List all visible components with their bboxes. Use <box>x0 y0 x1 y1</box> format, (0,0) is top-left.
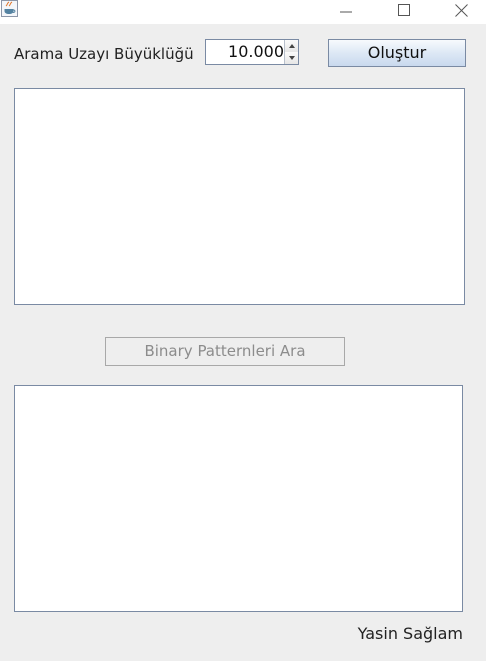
pattern-results-area[interactable] <box>14 385 463 612</box>
close-icon <box>454 3 468 17</box>
search-space-size-label: Arama Uzayı Büyüklüğü <box>14 45 194 63</box>
arrow-up-icon <box>288 44 295 48</box>
search-space-size-spinner[interactable]: 10.000 <box>205 39 299 65</box>
author-label: Yasin Sağlam <box>357 624 463 643</box>
spinner-down-button[interactable] <box>285 52 298 64</box>
minimize-icon <box>340 11 352 13</box>
create-button[interactable]: Oluştur <box>328 39 466 67</box>
spinner-arrows <box>284 40 298 64</box>
title-bar <box>0 0 486 24</box>
close-button[interactable] <box>446 0 476 20</box>
java-cup-icon[interactable] <box>1 0 18 17</box>
arrow-down-icon <box>288 56 295 60</box>
minimize-button[interactable] <box>331 0 361 20</box>
search-space-size-value[interactable]: 10.000 <box>206 40 284 64</box>
maximize-icon <box>398 4 410 16</box>
search-binary-patterns-button[interactable]: Binary Patternleri Ara <box>105 337 345 366</box>
maximize-button[interactable] <box>389 0 419 20</box>
generated-output-area[interactable] <box>14 88 465 305</box>
